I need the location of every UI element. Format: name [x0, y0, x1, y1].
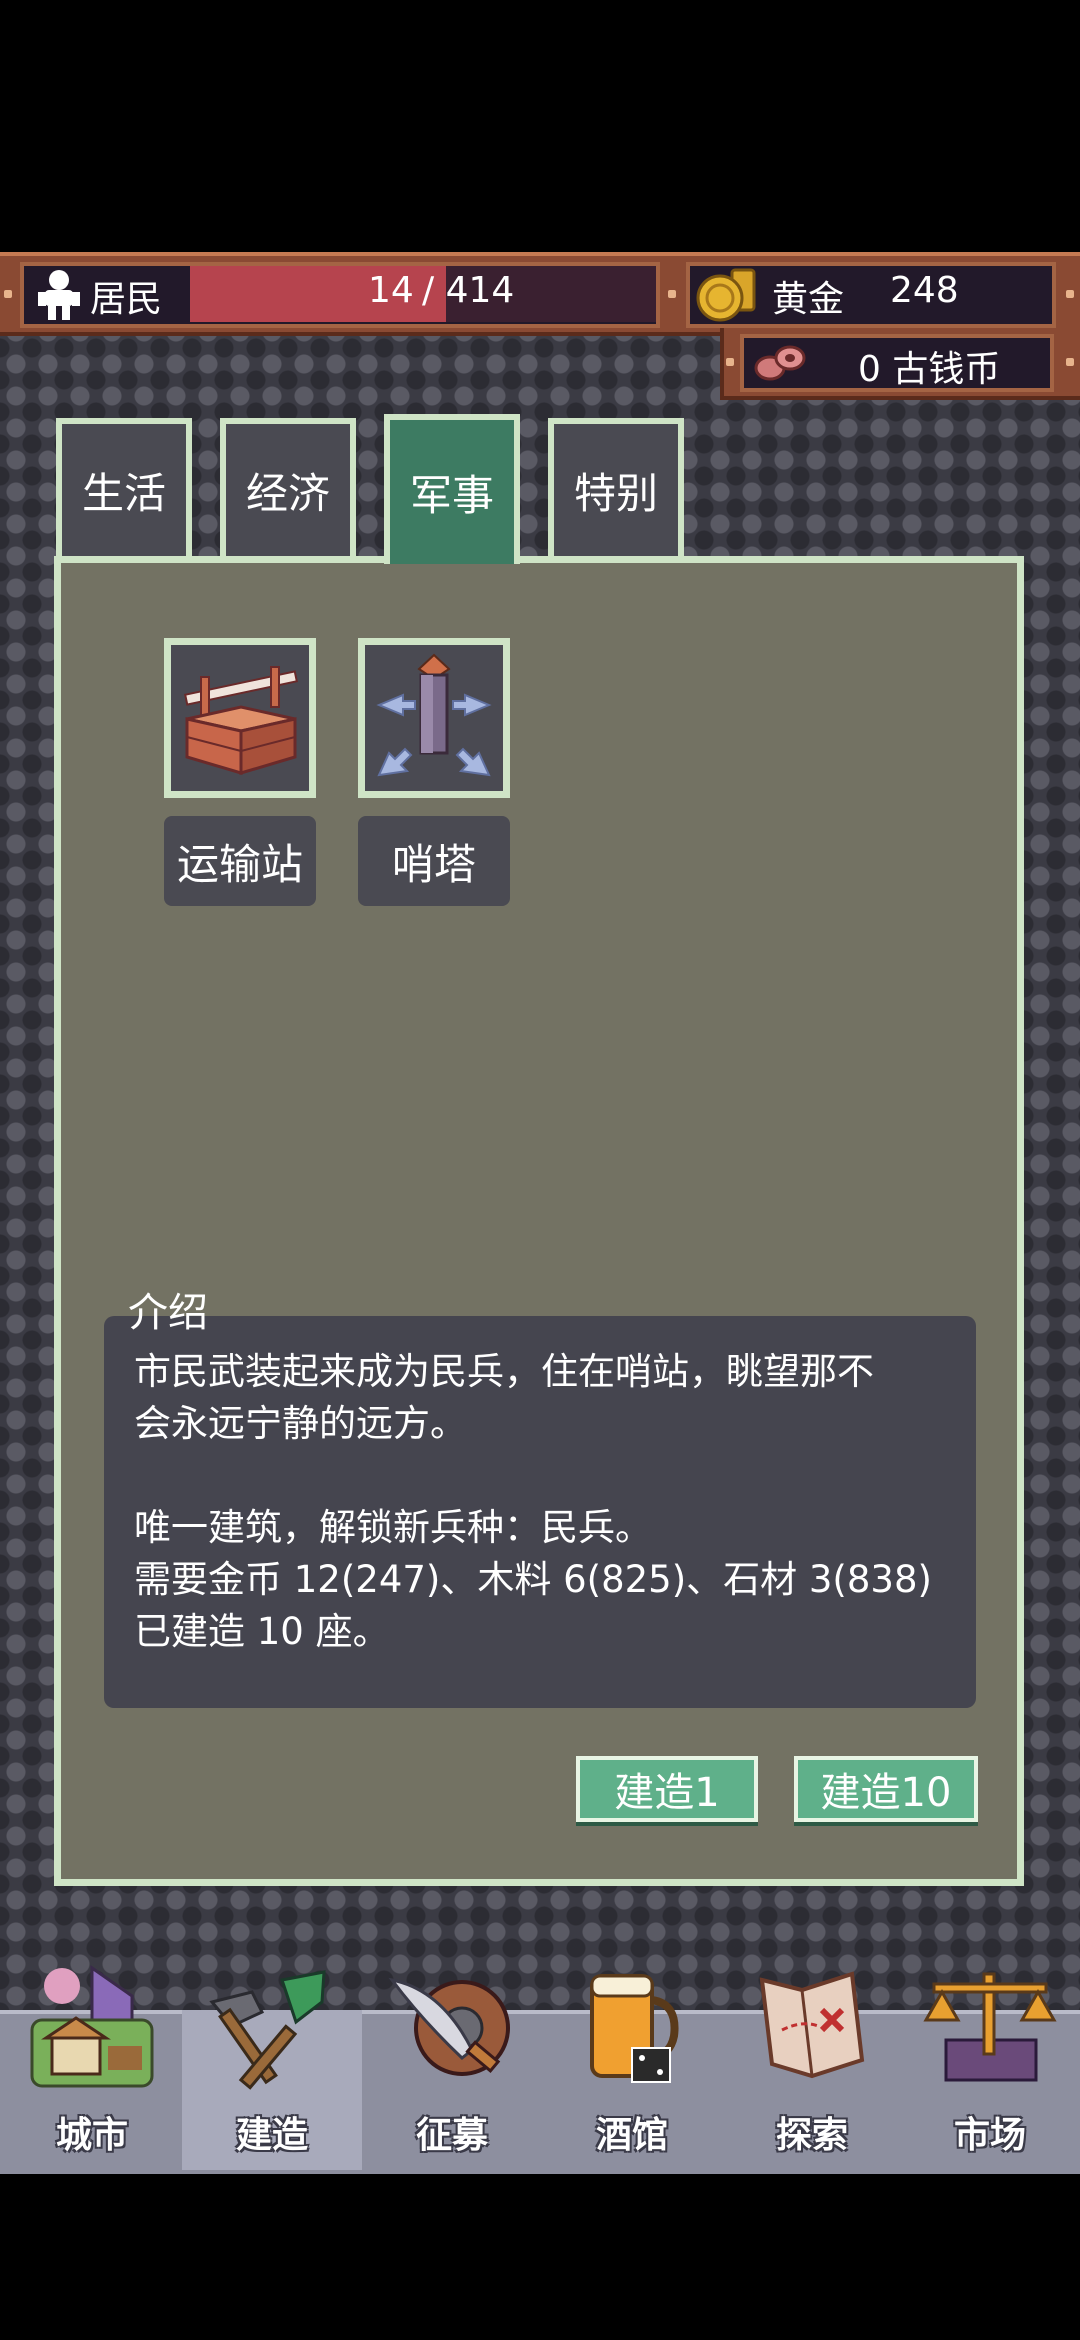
build-1-button[interactable]: 建造1 [576, 1756, 758, 1822]
intro-line: 需要金币 12(247)、木料 6(825)、石材 3(838) [134, 1558, 932, 1601]
explore-map-icon [759, 1971, 865, 2079]
tab-label: 经济 [245, 468, 330, 518]
residents-max: / 414 [422, 270, 515, 311]
building-transport-station[interactable] [164, 638, 316, 798]
market-scales-icon [923, 1972, 1057, 2082]
gold-coins-icon [696, 268, 756, 322]
building-watchtower[interactable] [358, 638, 510, 798]
nav-label: 酒馆 [595, 2115, 668, 2156]
intro-line [134, 1450, 946, 1502]
build-shovel-icon [209, 1970, 326, 2090]
nav-label: 探索 [775, 2115, 848, 2156]
rivet [726, 358, 734, 366]
transport-station-icon [171, 645, 309, 791]
residents-label: 居民 [90, 279, 163, 320]
ancient-coin-value: 0 古钱币 [858, 349, 1001, 390]
nav-market[interactable]: 市场 [900, 1960, 1080, 2170]
nav-city[interactable]: 城市 [2, 1960, 182, 2170]
nav-label: 城市 [55, 2115, 128, 2156]
nav-recruit[interactable]: 征募 [362, 1960, 542, 2170]
tab-life[interactable]: 生活 [56, 418, 192, 556]
rivet [4, 290, 12, 298]
rivet [1066, 358, 1074, 366]
watchtower-icon [365, 645, 503, 791]
building-name-watchtower[interactable]: 哨塔 [358, 816, 510, 906]
gold-value: 248 [890, 270, 959, 311]
nav-explore[interactable]: 探索 [722, 1960, 902, 2170]
rivet [668, 290, 676, 298]
building-name-transport[interactable]: 运输站 [164, 816, 316, 906]
city-icon [30, 1965, 154, 2088]
gold-label: 黄金 [772, 279, 845, 320]
tab-special[interactable]: 特别 [548, 418, 684, 556]
nav-label: 市场 [953, 2115, 1026, 2156]
nav-label: 征募 [415, 2115, 488, 2156]
intro-line: 会永远宁静的远方。 [134, 1402, 467, 1445]
rivet [1066, 290, 1074, 298]
tab-military[interactable]: 军事 [384, 414, 520, 564]
tavern-beer-icon [590, 1974, 679, 2083]
nav-label: 建造 [235, 2115, 308, 2156]
tab-label: 军事 [409, 470, 494, 520]
residents-current: 14 [368, 270, 414, 311]
build-10-button[interactable]: 建造10 [794, 1756, 978, 1822]
nav-build[interactable]: 建造 [182, 1970, 362, 2170]
tab-label: 特别 [573, 468, 658, 518]
tab-label: 生活 [81, 468, 166, 518]
resident-icon [38, 270, 80, 320]
intro-line: 市民武装起来成为民兵，住在哨站，眺望那不 [134, 1350, 874, 1393]
intro-title: 介绍 [128, 1290, 208, 1336]
intro-line: 已建造 10 座。 [134, 1610, 390, 1653]
tab-economy[interactable]: 经济 [220, 418, 356, 556]
recruit-sword-shield-icon [388, 1977, 510, 2076]
nav-tavern[interactable]: 酒馆 [542, 1960, 722, 2170]
intro-line: 唯一建筑，解锁新兵种：民兵。 [134, 1506, 652, 1549]
ancient-coin-icon [754, 345, 806, 381]
intro-description: 市民武装起来成为民兵，住在哨站，眺望那不 会永远宁静的远方。 唯一建筑，解锁新兵… [104, 1316, 976, 1708]
